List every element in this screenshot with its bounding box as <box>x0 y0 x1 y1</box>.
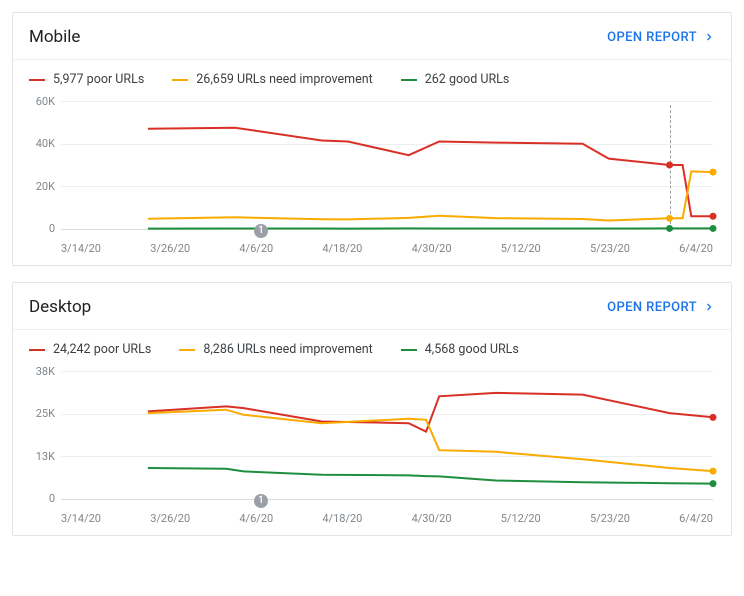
y-tick-label: 0 <box>29 222 55 235</box>
series-dot <box>666 215 673 222</box>
chart-area: 60K 40K 20K 0 1 3/14/20 3/26/20 4/6/20 4/18/20 4/… <box>13 93 731 265</box>
legend-value: 26,659 <box>196 72 234 87</box>
series-line <box>148 171 713 220</box>
y-tick-label: 20K <box>29 180 55 193</box>
legend-swatch-good <box>401 79 417 81</box>
mobile-card: Mobile OPEN REPORT 5,977 poor URLs 26,65… <box>12 12 732 266</box>
series-dot <box>710 213 717 220</box>
x-tick-label: 5/12/20 <box>501 512 541 525</box>
legend-swatch-good <box>401 349 417 351</box>
legend-good: 4,568 good URLs <box>401 342 519 357</box>
x-tick-label: 4/30/20 <box>412 512 452 525</box>
legend-value: 24,242 <box>53 342 91 357</box>
y-tick-label: 25K <box>29 407 55 420</box>
series-dot <box>710 414 717 421</box>
legend-label: good URLs <box>458 342 518 357</box>
y-tick-label: 38K <box>29 365 55 378</box>
card-title: Mobile <box>29 27 80 47</box>
card-header: Desktop OPEN REPORT <box>13 283 731 330</box>
open-report-label: OPEN REPORT <box>607 300 697 315</box>
legend-value: 8,286 <box>203 342 234 357</box>
chevron-right-icon <box>703 301 715 313</box>
y-tick-label: 0 <box>29 492 55 505</box>
desktop-card: Desktop OPEN REPORT 24,242 poor URLs 8,2… <box>12 282 732 536</box>
y-tick-label: 40K <box>29 137 55 150</box>
x-tick-label: 4/30/20 <box>412 242 452 255</box>
annotation-badge[interactable]: 1 <box>254 494 268 508</box>
legend-poor: 5,977 poor URLs <box>29 72 144 87</box>
series-dot <box>710 480 717 487</box>
open-report-label: OPEN REPORT <box>607 30 697 45</box>
legend-label: URLs need improvement <box>237 72 373 87</box>
series-dot <box>710 468 717 475</box>
open-report-button[interactable]: OPEN REPORT <box>607 30 715 45</box>
series-dot <box>710 225 717 232</box>
series-dot <box>666 225 673 232</box>
legend-swatch-ni <box>172 79 188 81</box>
legend: 24,242 poor URLs 8,286 URLs need improve… <box>13 330 731 363</box>
x-tick-label: 4/6/20 <box>239 512 273 525</box>
x-tick-label: 6/4/20 <box>679 242 713 255</box>
series-dot <box>666 162 673 169</box>
legend-swatch-poor <box>29 349 45 351</box>
card-header: Mobile OPEN REPORT <box>13 13 731 60</box>
legend-good: 262 good URLs <box>401 72 510 87</box>
x-tick-label: 3/26/20 <box>150 512 190 525</box>
legend-label: poor URLs <box>87 72 145 87</box>
series-dot <box>710 169 717 176</box>
x-tick-label: 5/23/20 <box>590 242 630 255</box>
x-tick-label: 4/18/20 <box>322 512 362 525</box>
x-tick-label: 4/6/20 <box>239 242 273 255</box>
legend-needs-improvement: 26,659 URLs need improvement <box>172 72 372 87</box>
y-tick-label: 13K <box>29 450 55 463</box>
y-tick-label: 60K <box>29 95 55 108</box>
legend-label: good URLs <box>449 72 509 87</box>
legend-value: 4,568 <box>425 342 456 357</box>
open-report-button[interactable]: OPEN REPORT <box>607 300 715 315</box>
annotation-badge[interactable]: 1 <box>254 224 268 238</box>
legend-swatch-poor <box>29 79 45 81</box>
legend-needs-improvement: 8,286 URLs need improvement <box>179 342 372 357</box>
legend-label: URLs need improvement <box>237 342 373 357</box>
x-tick-label: 3/14/20 <box>61 512 101 525</box>
x-tick-label: 5/12/20 <box>501 242 541 255</box>
legend-poor: 24,242 poor URLs <box>29 342 151 357</box>
legend-value: 262 <box>425 72 446 87</box>
legend-value: 5,977 <box>53 72 84 87</box>
x-tick-label: 6/4/20 <box>679 512 713 525</box>
legend-swatch-ni <box>179 349 195 351</box>
series-line <box>148 468 713 484</box>
x-tick-label: 3/14/20 <box>61 242 101 255</box>
legend: 5,977 poor URLs 26,659 URLs need improve… <box>13 60 731 93</box>
card-title: Desktop <box>29 297 91 317</box>
x-tick-label: 5/23/20 <box>590 512 630 525</box>
x-tick-label: 4/18/20 <box>322 242 362 255</box>
chart-area: 38K 25K 13K 0 1 3/14/20 3/26/20 4/6/20 4/18/20 4/… <box>13 363 731 535</box>
legend-label: poor URLs <box>94 342 152 357</box>
x-tick-label: 3/26/20 <box>150 242 190 255</box>
series-line <box>148 128 713 217</box>
chevron-right-icon <box>703 31 715 43</box>
